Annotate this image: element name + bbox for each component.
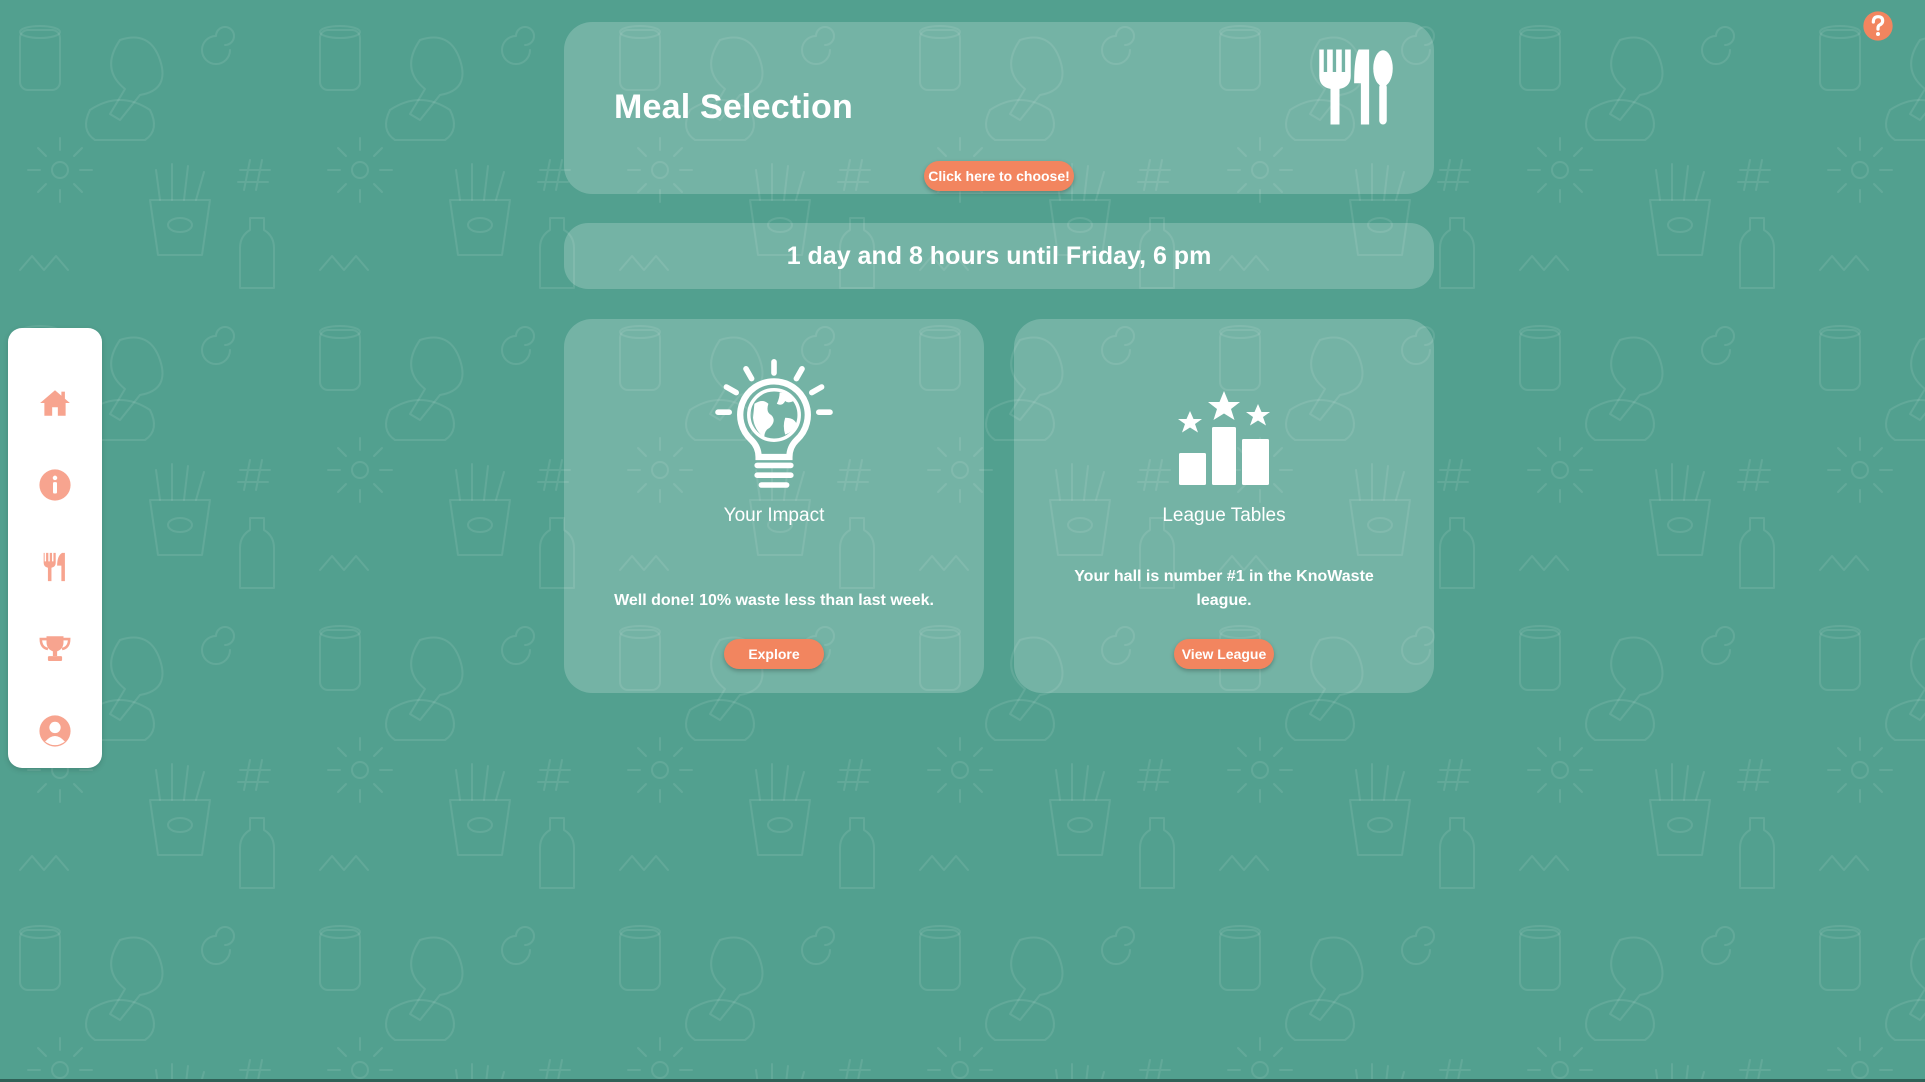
home-icon <box>40 390 70 416</box>
info-icon <box>39 469 71 501</box>
league-card: League Tables Your hall is number #1 in … <box>1014 319 1434 693</box>
podium-stars-icon <box>1178 391 1270 485</box>
choose-meal-button[interactable]: Click here to choose! <box>924 161 1074 191</box>
view-league-button[interactable]: View League <box>1174 639 1274 669</box>
cutlery-icon <box>1319 49 1393 125</box>
impact-title: Your Impact <box>723 505 825 526</box>
impact-description: Well done! 10% waste less than last week… <box>614 592 934 609</box>
impact-card: Your Impact Well done! 10% waste less th… <box>564 319 984 693</box>
help-icon <box>1863 11 1893 41</box>
help-button[interactable] <box>1862 10 1894 42</box>
trophy-icon <box>39 636 71 662</box>
sidebar-item-leaderboard[interactable] <box>35 629 75 669</box>
sidebar-item-profile[interactable] <box>35 711 75 751</box>
countdown-banner: 1 day and 8 hours until Friday, 6 pm <box>564 223 1434 289</box>
lightbulb-globe-icon <box>715 359 833 488</box>
cutlery-icon <box>43 552 65 582</box>
user-icon <box>39 715 71 747</box>
meal-selection-title: Meal Selection <box>614 88 853 126</box>
sidebar-nav <box>8 328 102 768</box>
sidebar-item-info[interactable] <box>35 465 75 505</box>
meal-selection-card: Meal Selection Click here to choose! <box>564 22 1434 194</box>
league-title: League Tables <box>1162 505 1286 526</box>
league-description: Your hall is number #1 in the KnoWaste l… <box>1074 568 1374 609</box>
sidebar-item-home[interactable] <box>35 383 75 423</box>
countdown-text: 1 day and 8 hours until Friday, 6 pm <box>786 242 1212 270</box>
explore-button[interactable]: Explore <box>724 639 824 669</box>
sidebar-item-meals[interactable] <box>35 547 75 587</box>
